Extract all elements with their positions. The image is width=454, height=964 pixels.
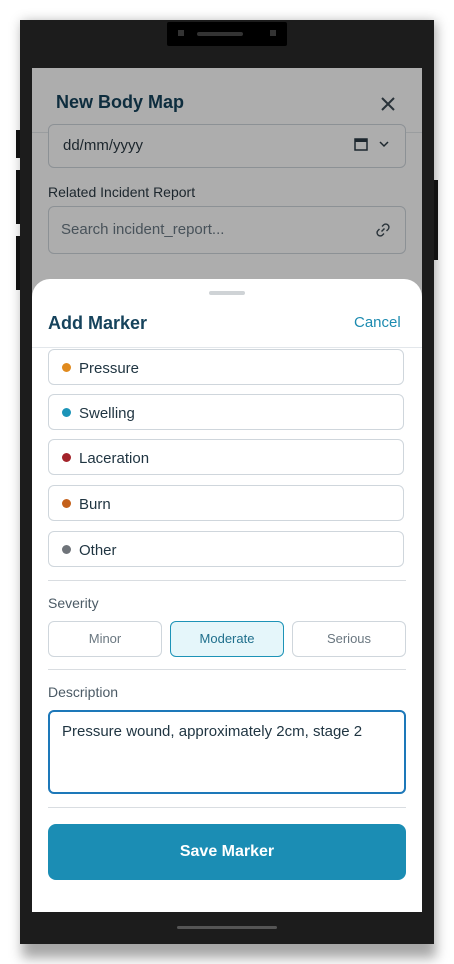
severity-label: Severity [48, 595, 99, 611]
color-dot-icon [62, 499, 71, 508]
cancel-button[interactable]: Cancel [354, 314, 401, 331]
device-notch [167, 22, 287, 46]
severity-serious-button[interactable]: Serious [292, 621, 406, 657]
marker-type-swelling[interactable]: Swelling [48, 394, 404, 430]
color-dot-icon [62, 545, 71, 554]
camera-dot [178, 30, 184, 36]
home-indicator [177, 926, 277, 929]
marker-type-laceration[interactable]: Laceration [48, 439, 404, 475]
description-label: Description [48, 684, 119, 700]
device-side-button [434, 180, 438, 260]
marker-type-label: Other [79, 542, 117, 559]
add-marker-sheet: Add Marker Cancel Pressure Swelling Lace… [32, 279, 422, 912]
marker-type-burn[interactable]: Burn [48, 485, 404, 521]
description-textarea[interactable]: Pressure wound, approximately 2cm, stage… [48, 710, 406, 794]
marker-type-other[interactable]: Other [48, 531, 404, 567]
camera-dot [270, 30, 276, 36]
save-marker-button[interactable]: Save Marker [48, 824, 406, 880]
marker-type-label: Burn [79, 496, 111, 513]
divider [48, 580, 406, 581]
marker-type-label: Laceration [79, 450, 150, 467]
speaker-grille [197, 32, 243, 36]
app-screen: New Body Map dd/mm/yyyy Related Incident… [32, 68, 422, 912]
device-side-button [16, 236, 20, 290]
divider [48, 669, 406, 670]
divider [48, 807, 406, 808]
color-dot-icon [62, 408, 71, 417]
color-dot-icon [62, 363, 71, 372]
marker-type-label: Pressure [79, 360, 140, 377]
severity-moderate-button[interactable]: Moderate [170, 621, 284, 657]
marker-type-label: Swelling [79, 405, 135, 422]
device-side-button [16, 130, 20, 158]
sheet-title: Add Marker [48, 313, 148, 333]
drag-handle[interactable] [209, 291, 245, 295]
severity-minor-button[interactable]: Minor [48, 621, 162, 657]
divider [32, 347, 422, 348]
device-side-button [16, 170, 20, 224]
color-dot-icon [62, 453, 71, 462]
marker-type-pressure[interactable]: Pressure [48, 349, 404, 385]
